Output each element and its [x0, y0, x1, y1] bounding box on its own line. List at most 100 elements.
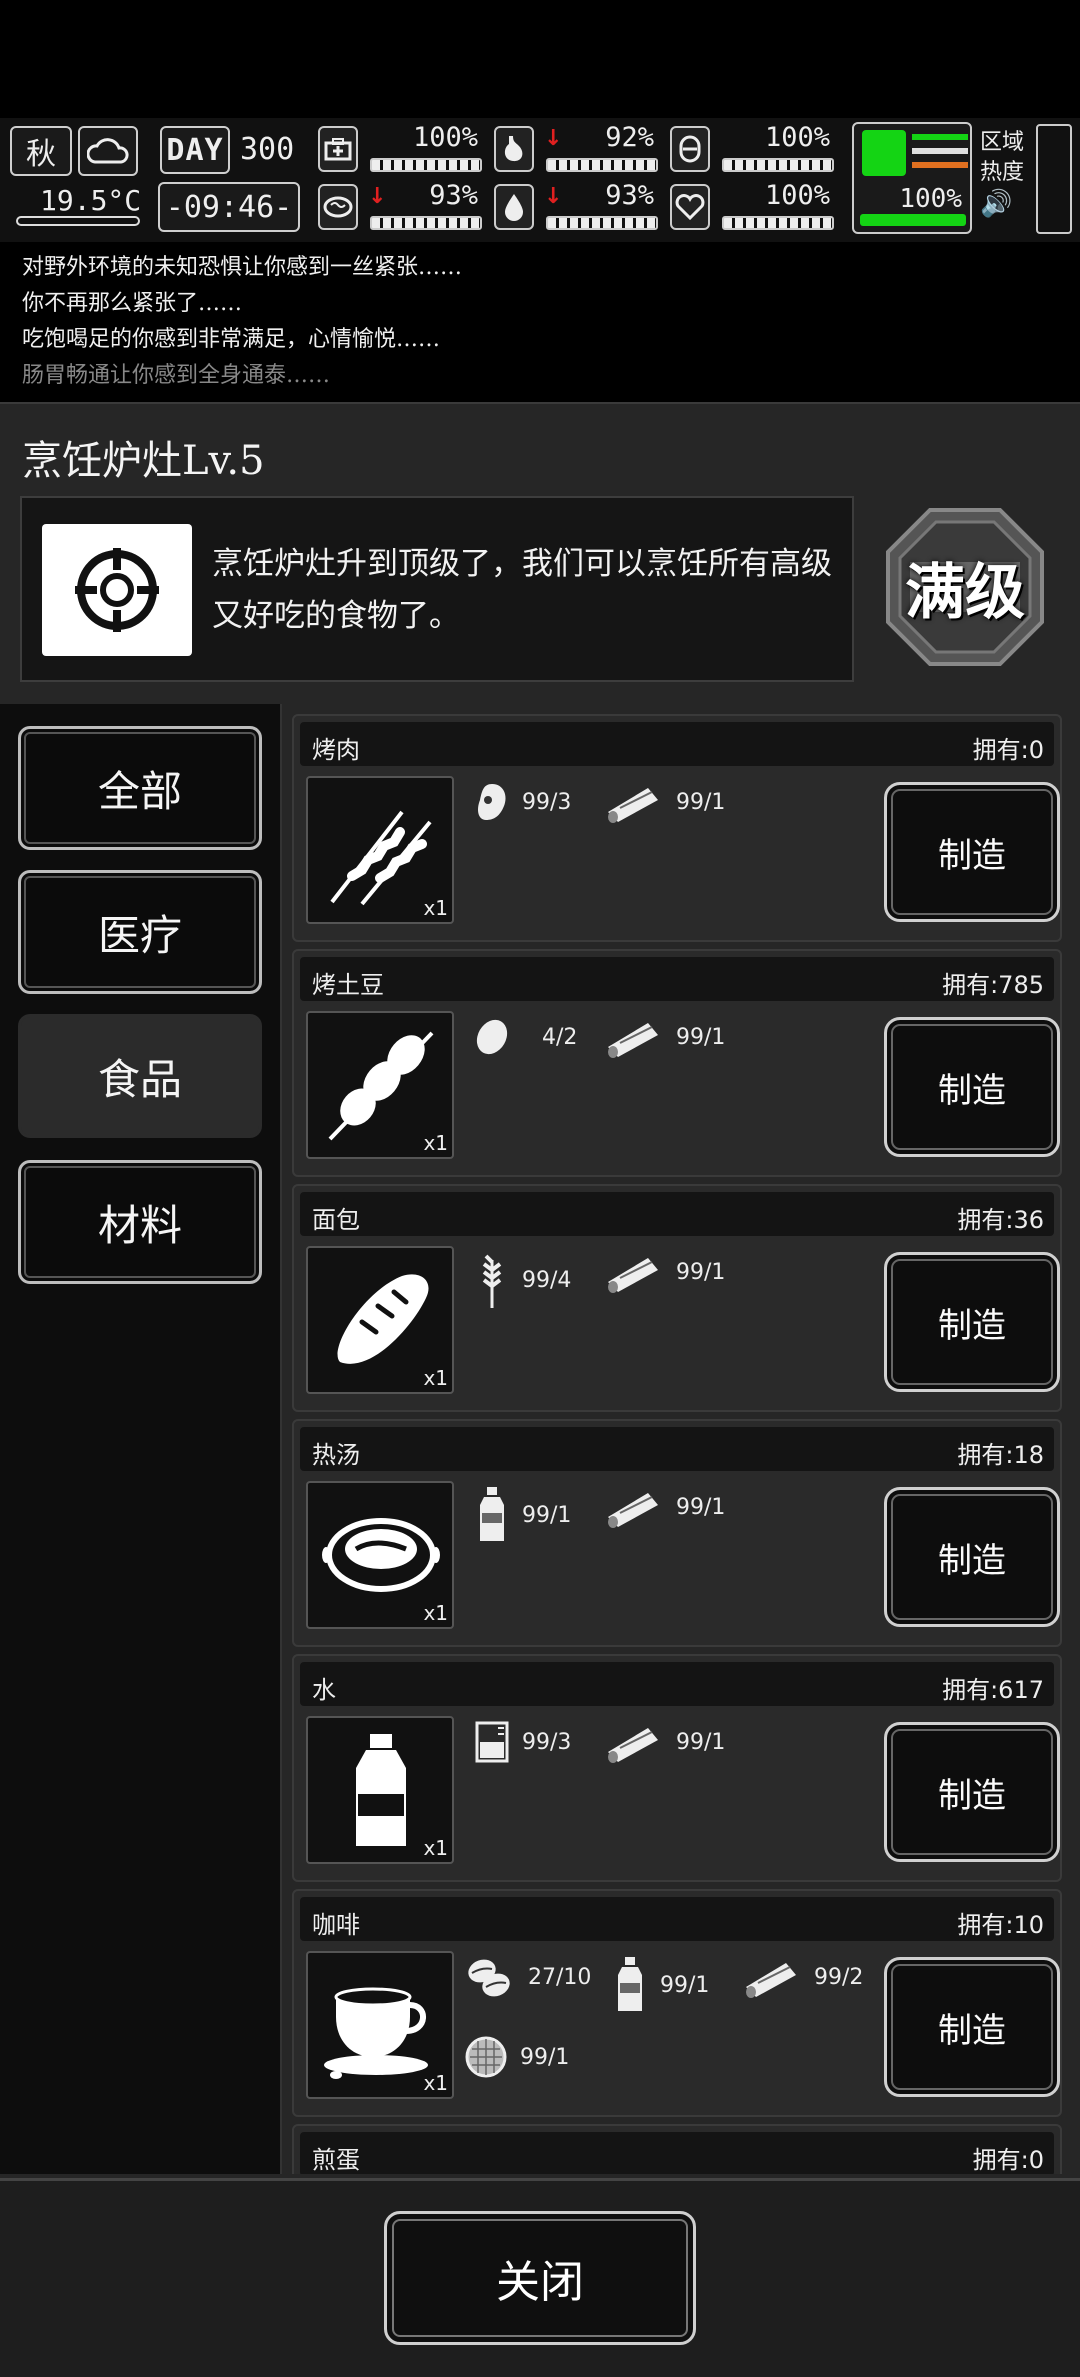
hunger-stat[interactable]: ↓ 92% [494, 122, 664, 176]
recipe-header: 热汤 拥有:18 [300, 1427, 1054, 1471]
mood-down-arrow-icon: ↓ [368, 184, 387, 209]
ingredient-count: 27/10 [528, 1964, 592, 1990]
close-button[interactable]: 关闭 [384, 2211, 696, 2345]
heart-value: 100% [764, 180, 830, 211]
recipe-owned: 拥有:0 [972, 736, 1044, 764]
log-line: 你不再那么紧张了…… [22, 291, 243, 316]
craft-button[interactable]: 制造 [884, 1017, 1060, 1157]
firewood-icon [608, 1728, 658, 1763]
station-description: 烹饪炉灶升到顶级了，我们可以烹饪所有高级又好吃的食物了。 [212, 546, 832, 634]
craft-button[interactable]: 制造 [884, 1252, 1060, 1392]
bladder-value: 100% [764, 122, 830, 153]
thirst-down-arrow-icon: ↓ [544, 184, 563, 209]
recipe-name: 热汤 [312, 1441, 360, 1469]
recipe-thumbnail: x1 [306, 1011, 454, 1159]
recipe-header: 面包 拥有:36 [300, 1192, 1054, 1236]
ingredient-count: 99/1 [660, 1972, 710, 1998]
recipe-name: 煎蛋 [312, 2146, 360, 2174]
soup-bowl-icon [322, 1518, 440, 1592]
recipe-quantity: x1 [423, 2071, 448, 2095]
clock-display: -09:46- [158, 182, 300, 232]
cooking-station-dialog: 烹饪炉灶Lv.5 烹饪炉灶升到顶级了，我们可以烹饪所有高级又好吃的食物了。 满级… [0, 402, 1080, 2377]
hunger-down-arrow-icon: ↓ [544, 126, 563, 151]
coffee-beans-icon [468, 1959, 510, 1997]
message-log: 对野外环境的未知恐惧让你感到一丝紧张…… 你不再那么紧张了…… 吃饱喝足的你感到… [0, 250, 1080, 400]
beaker-icon [475, 1721, 509, 1763]
thirst-stat[interactable]: ↓ 93% [494, 180, 664, 234]
filter-icon [465, 2036, 507, 2078]
day-number: 300 [240, 132, 295, 167]
ingredient-wheat: 99/4 [474, 1250, 571, 1310]
category-all-button[interactable]: 全部 [18, 726, 262, 850]
recipe-name: 水 [312, 1676, 336, 1704]
ingredient-water-bottle: 99/1 [612, 1955, 709, 2015]
skewer-icon [330, 810, 432, 906]
craft-button[interactable]: 制造 [884, 1957, 1060, 2097]
ingredient-count: 99/1 [676, 1729, 726, 1755]
mood-stat[interactable]: ↓ 93% [318, 180, 488, 234]
recipe-header: 煎蛋 拥有:0 [300, 2132, 1054, 2174]
zone-heat[interactable]: 区域 热度 🔊 [980, 128, 1024, 222]
ingredient-count: 99/1 [676, 1494, 726, 1520]
firewood-icon [608, 788, 658, 823]
recipe-thumbnail: x1 [306, 1716, 454, 1864]
ingredient-count: 99/1 [676, 1259, 726, 1285]
recipe-header: 水 拥有:617 [300, 1662, 1054, 1706]
temperature-value: 19.5°C [40, 184, 142, 217]
heart-stat[interactable]: 100% [670, 180, 840, 234]
firewood-icon [608, 1258, 658, 1293]
heart-meter [722, 216, 834, 230]
recipe-quantity: x1 [423, 1836, 448, 1860]
boot-icon [862, 130, 906, 176]
recipe-owned: 拥有:36 [957, 1206, 1044, 1234]
heart-icon [670, 184, 710, 230]
recipe-owned: 拥有:10 [957, 1911, 1044, 1939]
recipe-card: 面包 拥有:36 x1 99/4 99/1 制造 [292, 1184, 1062, 1412]
ingredient-firewood: 99/1 [604, 780, 725, 824]
ingredient-firewood: 99/1 [604, 1720, 725, 1764]
ingredient-count: 99/1 [676, 1024, 726, 1050]
stomach-icon [494, 126, 534, 172]
hunger-meter [546, 158, 658, 172]
category-sidebar: 全部 医疗 食品 材料 [0, 704, 282, 2174]
recipe-card: 煎蛋 拥有:0 [292, 2124, 1062, 2174]
bladder-stat[interactable]: 100% [670, 122, 840, 176]
health-stat[interactable]: 100% [318, 122, 488, 176]
stamina-panel[interactable]: 100% [852, 122, 972, 234]
recipe-list[interactable]: 烤肉 拥有:0 x1 99/3 99/1 制造 烤土豆 拥有:785 x1 4/… [288, 706, 1068, 2174]
recipe-owned: 拥有:0 [972, 2146, 1044, 2174]
craft-button[interactable]: 制造 [884, 782, 1060, 922]
category-materials-button[interactable]: 材料 [18, 1160, 262, 1284]
ingredient-count: 99/2 [814, 1964, 864, 1990]
recipe-header: 咖啡 拥有:10 [300, 1897, 1054, 1941]
ingredient-firewood: 99/1 [604, 1485, 725, 1529]
stamina-value: 100% [899, 184, 962, 214]
health-meter [370, 158, 482, 172]
ingredient-water-bottle: 99/1 [474, 1485, 571, 1545]
ingredient-firewood: 99/1 [604, 1015, 725, 1059]
craft-button[interactable]: 制造 [884, 1487, 1060, 1627]
recipe-owned: 拥有:617 [942, 1676, 1044, 1704]
ingredient-firewood: 99/2 [742, 1955, 863, 1999]
ingredient-count: 99/1 [676, 789, 726, 815]
stove-icon [42, 524, 192, 656]
recipe-quantity: x1 [423, 896, 448, 920]
station-info: 烹饪炉灶升到顶级了，我们可以烹饪所有高级又好吃的食物了。 [20, 496, 854, 682]
recipe-quantity: x1 [423, 1601, 448, 1625]
recipe-thumbnail: x1 [306, 1481, 454, 1629]
recipe-card: 咖啡 拥有:10 x1 27/10 99/1 99/2 99/1 制造 [292, 1889, 1062, 2117]
health-value: 100% [412, 122, 478, 153]
recipe-header: 烤土豆 拥有:785 [300, 957, 1054, 1001]
category-medical-button[interactable]: 医疗 [18, 870, 262, 994]
firewood-icon [746, 1963, 796, 1998]
craft-button[interactable]: 制造 [884, 1722, 1060, 1862]
season-label: 秋 [26, 137, 56, 172]
recipe-thumbnail: x1 [306, 1246, 454, 1394]
status-hud: 秋 19.5°C DAY 300 -09:46- 100% ↓ 92% 100%… [0, 118, 1080, 242]
category-food-button[interactable]: 食品 [18, 1014, 262, 1138]
log-line: 吃饱喝足的你感到非常满足，心情愉悦…… [22, 327, 441, 352]
recipe-thumbnail: x1 [306, 776, 454, 924]
ingredient-count: 99/4 [522, 1267, 572, 1293]
speaker-icon[interactable]: 🔊 [980, 187, 1024, 222]
stamina-levels [912, 134, 968, 176]
